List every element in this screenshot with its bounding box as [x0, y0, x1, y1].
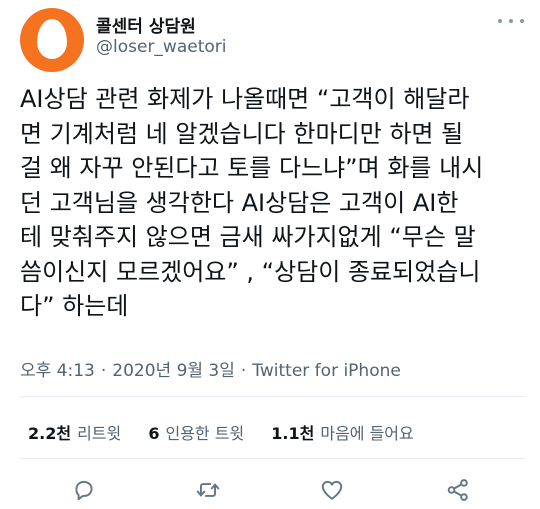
- user-handle[interactable]: @loser_waetori: [96, 37, 227, 57]
- share-icon: [447, 479, 468, 501]
- retweet-icon: [196, 483, 220, 497]
- tweet-source[interactable]: Twitter for iPhone: [252, 361, 401, 381]
- likes-label: 마음에 들어요: [320, 424, 414, 443]
- meta-separator: ·: [240, 361, 247, 381]
- quotes-count: 6: [148, 424, 160, 443]
- engagement-stats: 2.2천 리트윗 6 인용한 트윗 1.1천 마음에 들어요: [28, 420, 436, 444]
- divider: [20, 458, 526, 459]
- meta-separator: ·: [100, 361, 107, 381]
- quotes-stat[interactable]: 6 인용한 트윗: [148, 420, 244, 444]
- divider: [20, 396, 526, 397]
- quotes-label: 인용한 트윗: [165, 424, 245, 443]
- tweet-date[interactable]: 2020년 9월 3일: [112, 361, 235, 381]
- retweets-stat[interactable]: 2.2천 리트윗: [28, 420, 121, 444]
- more-options-button[interactable]: [498, 10, 524, 32]
- more-dot-icon: [509, 19, 513, 23]
- likes-stat[interactable]: 1.1천 마음에 들어요: [271, 420, 413, 444]
- action-bar: [0, 474, 540, 506]
- like-button[interactable]: [316, 474, 348, 506]
- more-dot-icon: [498, 19, 502, 23]
- tweet-header: 콜센터 상담원 @loser_waetori: [20, 8, 524, 72]
- tweet-text: AI상담 관련 화제가 나올때면 “고객이 해달라 면 기계처럼 네 알겠습니다…: [20, 85, 484, 320]
- tweet-time[interactable]: 오후 4:13: [20, 361, 95, 381]
- reply-button[interactable]: [68, 474, 100, 506]
- heart-icon: [321, 480, 343, 500]
- retweet-button[interactable]: [192, 474, 224, 506]
- retweets-label: 리트윗: [77, 424, 122, 443]
- avatar[interactable]: [20, 8, 84, 72]
- more-dot-icon: [520, 19, 524, 23]
- egg-icon: [37, 19, 67, 59]
- share-button[interactable]: [442, 474, 474, 506]
- tweet-metadata: 오후 4:13 · 2020년 9월 3일 · Twitter for iPhone: [20, 356, 401, 381]
- reply-icon: [75, 480, 93, 501]
- likes-count: 1.1천: [271, 424, 315, 443]
- retweets-count: 2.2천: [28, 424, 72, 443]
- display-name[interactable]: 콜센터 상담원: [96, 12, 196, 37]
